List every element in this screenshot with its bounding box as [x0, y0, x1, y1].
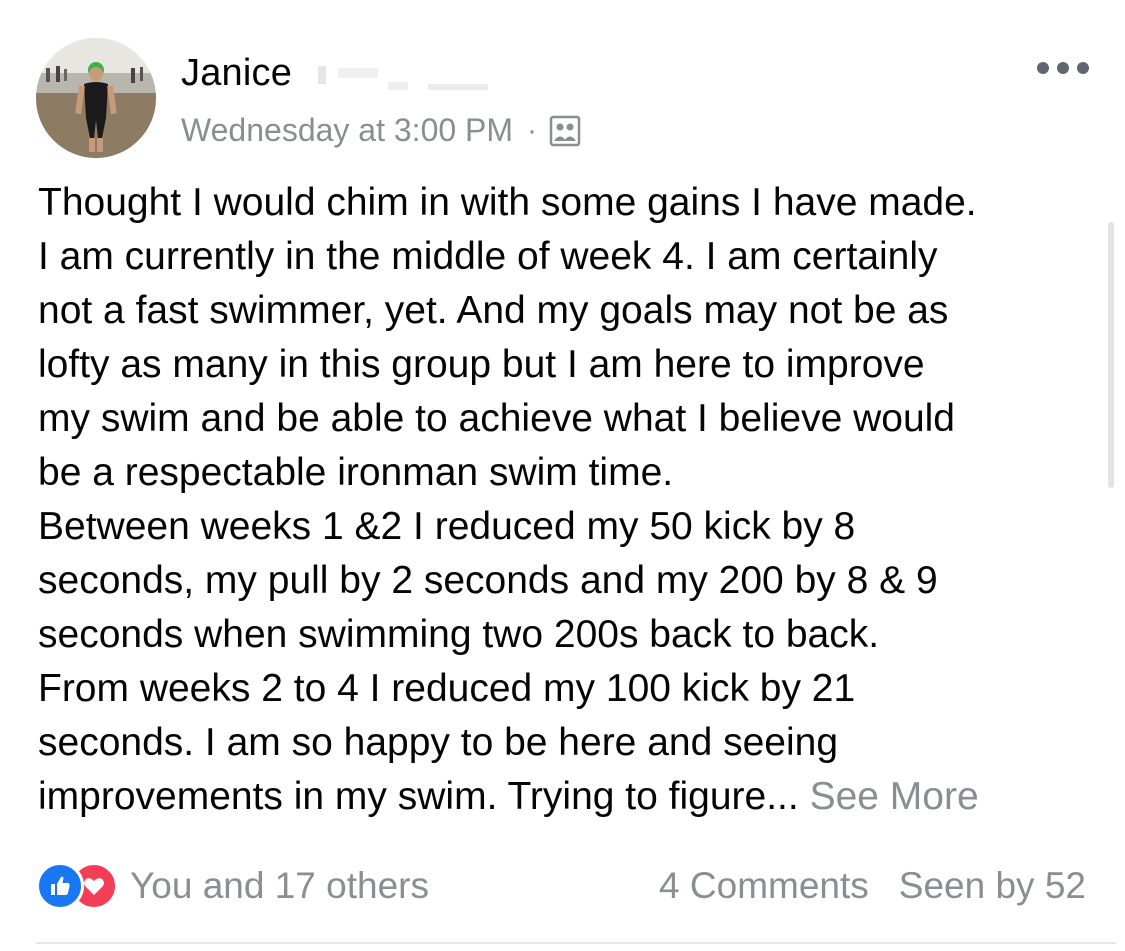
post-text-line: seconds. I am so happy to be here and se… — [38, 721, 839, 764]
see-more-link[interactable]: See More — [810, 775, 979, 818]
like-reaction-icon — [36, 862, 84, 910]
meta-separator: · — [527, 113, 538, 147]
post-meta: Wednesday at 3:00 PM · — [181, 112, 581, 149]
post-text-line: be a respectable ironman swim time. — [38, 451, 674, 494]
post-footer: You and 17 others 4 Comments Seen by 52 — [36, 860, 1086, 912]
more-options-icon[interactable] — [1037, 58, 1089, 78]
post-text-line: I am currently in the middle of week 4. … — [38, 235, 938, 278]
post-text-line: From weeks 2 to 4 I reduced my 100 kick … — [38, 667, 856, 710]
post-text-line: seconds, my pull by 2 seconds and my 200… — [38, 559, 938, 602]
post-text-line: Thought I would chim in with some gains … — [38, 181, 977, 224]
post-text-line: not a fast swimmer, yet. And my goals ma… — [38, 289, 949, 332]
redacted-name-blur — [318, 66, 488, 90]
post-text-truncated: improvements in my swim. Trying to figur… — [38, 775, 799, 818]
post-text-line: lofty as many in this group but I am her… — [38, 343, 925, 386]
comments-count-link[interactable]: 4 Comments — [659, 865, 869, 907]
post-text-line: seconds when swimming two 200s back to b… — [38, 613, 880, 656]
avatar[interactable] — [36, 38, 156, 158]
group-audience-icon — [549, 115, 581, 147]
post-text-line: my swim and be able to achieve what I be… — [38, 397, 955, 440]
reactions-summary[interactable]: You and 17 others — [36, 862, 429, 910]
post-body: Thought I would chim in with some gains … — [38, 176, 1098, 824]
post-text-last-line: improvements in my swim. Trying to figur… — [38, 770, 1098, 824]
post-timestamp[interactable]: Wednesday at 3:00 PM — [181, 112, 513, 149]
post-text-line: Between weeks 1 &2 I reduced my 50 kick … — [38, 505, 856, 548]
avatar-photo — [36, 38, 156, 158]
divider — [36, 942, 1116, 944]
post-author-name[interactable]: Janice — [181, 52, 292, 95]
scrollbar[interactable] — [1108, 222, 1114, 488]
reactions-count-text: You and 17 others — [130, 865, 429, 906]
seen-by-link[interactable]: Seen by 52 — [899, 865, 1086, 907]
